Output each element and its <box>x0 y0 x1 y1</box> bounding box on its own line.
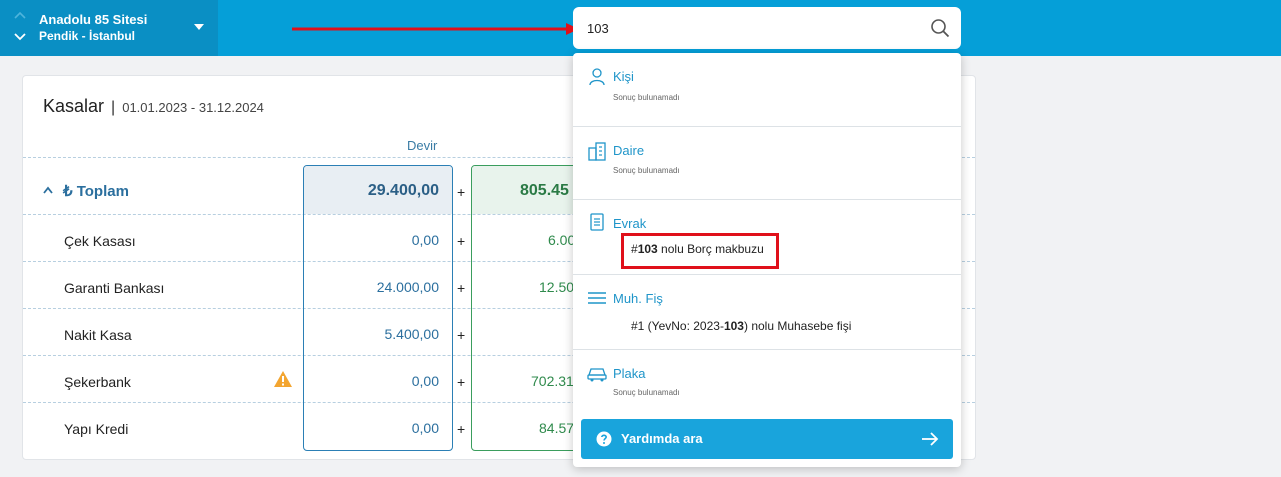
list-icon <box>588 292 606 304</box>
document-icon <box>590 213 604 231</box>
plus-sign: + <box>457 184 466 200</box>
section-title: Evrak <box>613 216 647 231</box>
section-kisi: Kişi Sonuç bulunamadı <box>573 53 961 127</box>
devir-column <box>303 165 453 451</box>
title-separator: | <box>111 99 116 116</box>
site-switcher[interactable]: Anadolu 85 Sitesi Pendik - İstanbul <box>0 0 218 56</box>
plus-sign: + <box>457 233 466 249</box>
section-title: Kişi <box>613 69 634 84</box>
total-devir: 29.400,00 <box>367 182 439 199</box>
arrow-right-icon <box>922 432 939 446</box>
row-devir: 0,00 <box>411 232 439 248</box>
chevron-up-icon[interactable] <box>43 186 53 194</box>
car-icon <box>587 368 607 382</box>
site-location: Pendik - İstanbul <box>39 29 136 43</box>
row-devir: 24.000,00 <box>376 279 439 295</box>
top-bar: Anadolu 85 Sitesi Pendik - İstanbul <box>0 0 1281 56</box>
section-daire: Daire Sonuç bulunamadı <box>573 127 961 200</box>
page-title: Kasalar | 01.01.2023 - 31.12.2024 <box>43 96 264 117</box>
warning-icon[interactable] <box>273 370 293 388</box>
help-search-button[interactable]: Yardımda ara <box>581 419 953 459</box>
plus-sign: + <box>457 327 466 343</box>
result-muhasebe-fisi[interactable]: #1 (YevNo: 2023-103) nolu Muhasebe fişi <box>631 319 851 333</box>
search-results-dropdown: Kişi Sonuç bulunamadı Daire Sonuç buluna… <box>573 53 961 467</box>
result-prefix: #1 (YevNo: 2023- <box>631 319 724 333</box>
date-range: 01.01.2023 - 31.12.2024 <box>122 100 264 115</box>
no-result-text: Sonuç bulunamadı <box>613 166 680 175</box>
chevron-up-icon[interactable] <box>14 11 26 19</box>
row-devir: 0,00 <box>411 420 439 436</box>
result-match: 103 <box>723 319 744 333</box>
total-label[interactable]: ₺ Toplam <box>63 182 129 200</box>
red-arrow-annotation <box>292 23 579 35</box>
search-input[interactable] <box>587 17 907 39</box>
total-second: 805.45 <box>520 182 569 199</box>
plus-sign: + <box>457 421 466 437</box>
row-devir: 5.400,00 <box>384 326 440 342</box>
person-icon <box>589 68 605 86</box>
result-suffix: ) nolu Muhasebe fişi <box>743 319 852 333</box>
plus-sign: + <box>457 374 466 390</box>
section-title: Daire <box>613 143 645 158</box>
section-muh-fis: Muh. Fiş #1 (YevNo: 2023-103) nolu Muhas… <box>573 275 961 350</box>
building-icon <box>588 142 606 161</box>
site-name: Anadolu 85 Sitesi <box>39 12 148 27</box>
row-label[interactable]: Nakit Kasa <box>64 327 132 343</box>
caret-down-icon[interactable] <box>194 24 204 30</box>
column-header-devir: Devir <box>407 138 438 153</box>
section-plaka: Plaka Sonuç bulunamadı <box>573 350 961 410</box>
row-second: 84.57 <box>539 420 575 436</box>
help-button-label: Yardımda ara <box>621 431 703 446</box>
search-icon[interactable] <box>930 18 950 38</box>
card-title: Kasalar <box>43 96 105 116</box>
row-label[interactable]: Garanti Bankası <box>64 280 164 296</box>
row-second: 6.00 <box>548 232 576 248</box>
section-title: Plaka <box>613 366 646 381</box>
row-second: 702.31 <box>531 373 574 389</box>
search-box[interactable] <box>573 7 961 49</box>
chevron-down-icon[interactable] <box>14 33 26 41</box>
row-label[interactable]: Yapı Kredi <box>64 421 128 437</box>
row-label[interactable]: Çek Kasası <box>64 233 136 249</box>
row-devir: 0,00 <box>411 373 439 389</box>
help-icon <box>596 431 612 447</box>
row-second: 12.50 <box>539 279 575 295</box>
no-result-text: Sonuç bulunamadı <box>613 93 680 102</box>
row-label[interactable]: Şekerbank <box>64 374 131 390</box>
section-title: Muh. Fiş <box>613 291 663 306</box>
plus-sign: + <box>457 280 466 296</box>
no-result-text: Sonuç bulunamadı <box>613 388 680 397</box>
highlight-annotation-box <box>621 233 779 269</box>
